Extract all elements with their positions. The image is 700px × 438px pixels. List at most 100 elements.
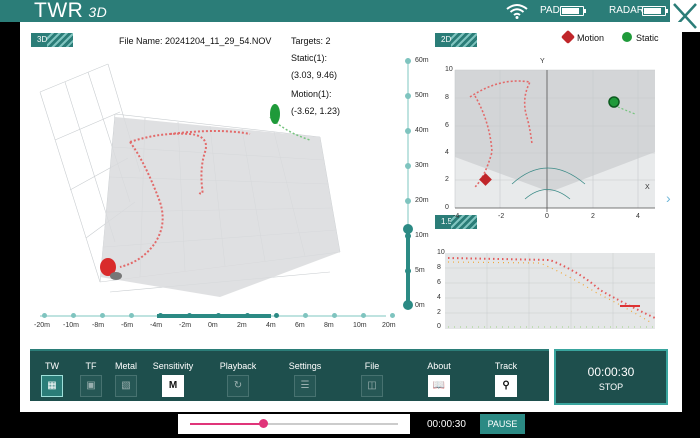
bottom-toolbar: TW ▦ TF ▣ Metal ▧ Sensitivity M Playback… [30, 349, 549, 401]
height-tick-dot [405, 93, 411, 99]
playback-button[interactable]: Playback ↻ [216, 351, 260, 403]
distance-slider[interactable]: -20m -10m -8m -6m -4m -2m 0m 2m 4m 6m 8m 10m 20m [30, 308, 396, 333]
sensitivity-button[interactable]: Sensitivity M [148, 351, 198, 403]
distance-tick-dot [216, 313, 221, 318]
distance-tick-label: -4m [150, 322, 163, 329]
playback-time: 00:00:30 [427, 419, 466, 430]
height-tick-label: 0m [415, 302, 425, 309]
view-2d-plot[interactable] [430, 52, 670, 227]
legend-motion: Motion [560, 29, 604, 45]
height-tick-dot [405, 233, 411, 239]
file-button[interactable]: File ◫ [350, 351, 394, 403]
playback-icon: ↻ [227, 375, 249, 397]
y-tick-1-5d: 2 [437, 309, 441, 316]
distance-tick-label: -8m [92, 322, 105, 329]
y-tick-1-5d: 0 [437, 323, 441, 330]
distance-tick-dot [361, 313, 366, 318]
file-name: File Name: 20241204_11_29_54.NOV [119, 36, 272, 46]
stop-button[interactable]: 00:00:30 STOP [554, 349, 668, 405]
y-tick-1-5d: 6 [437, 279, 441, 286]
distance-tick-label: 10m [353, 322, 367, 329]
height-tick-label: 40m [415, 127, 429, 134]
view-1-5d-plot[interactable] [430, 232, 670, 332]
y-tick-2d: 10 [445, 66, 453, 73]
pad-battery-icon [560, 6, 586, 16]
app-title: TWR 3D [34, 0, 107, 23]
book-icon: 📖 [428, 375, 450, 397]
x-tick-2d: -2 [498, 213, 505, 220]
distance-tick-label: 20m [382, 322, 396, 329]
legend-static-label: Static [636, 33, 659, 43]
about-button[interactable]: About 📖 [417, 351, 461, 403]
tw-button[interactable]: TW ▦ [32, 351, 72, 403]
height-tick-dot [405, 268, 411, 274]
chevron-right-icon[interactable]: › [666, 190, 671, 206]
x-tick-2d: -4 [453, 213, 460, 220]
sensitivity-label: Sensitivity [152, 361, 194, 371]
height-tick-dot [405, 128, 411, 134]
distance-tick-label: -10m [63, 322, 79, 329]
playback-slider[interactable] [178, 414, 410, 434]
height-tick-label: 50m [415, 92, 429, 99]
playback-progress [190, 423, 263, 425]
distance-tick-dot [42, 313, 47, 318]
distance-tick-dot [158, 313, 163, 318]
height-tick-label: 60m [415, 57, 429, 64]
track-label: Track [494, 361, 518, 371]
x-tick-2d: 0 [545, 213, 549, 220]
static-target-2d [608, 96, 620, 108]
pause-button[interactable]: PAUSE [480, 414, 525, 434]
metal-label: Metal [114, 361, 137, 371]
settings-label: Settings [288, 361, 322, 371]
stop-timer: 00:00:30 [587, 365, 635, 379]
height-tick-label: 10m [415, 232, 429, 239]
y-tick-2d: 0 [445, 204, 449, 211]
y-tick-1-5d: 4 [437, 294, 441, 301]
file-label: File [364, 361, 380, 371]
distance-tick-dot [274, 313, 279, 318]
distance-tick-label: 8m [324, 322, 334, 329]
height-tick-dot [405, 163, 411, 169]
metal-icon: ▧ [115, 375, 137, 397]
wifi-icon [506, 4, 528, 19]
static-target-marker [270, 104, 280, 124]
legend-static: Static [622, 32, 659, 43]
distance-tick-label: 4m [266, 322, 276, 329]
x-tick-2d: 4 [636, 213, 640, 220]
distance-tick-dot [245, 313, 250, 318]
distance-tick-label: 2m [237, 322, 247, 329]
radar-label: RADAR [609, 5, 645, 16]
settings-icon: ☰ [294, 375, 316, 397]
tw-label: TW [45, 361, 59, 371]
distance-tick-dot [187, 313, 192, 318]
distance-tick-label: 0m [208, 322, 218, 329]
distance-tick-dot [71, 313, 76, 318]
view-3d-scene[interactable] [20, 62, 420, 312]
distance-tick-dot [332, 313, 337, 318]
distance-tick-dot [129, 313, 134, 318]
x-tick-2d: 2 [591, 213, 595, 220]
track-button[interactable]: Track ⚲ [484, 351, 528, 403]
location-icon: ⚲ [495, 375, 517, 397]
distance-tick-dot [303, 313, 308, 318]
height-tick-label: 20m [415, 197, 429, 204]
distance-tick-dot [100, 313, 105, 318]
metal-button[interactable]: Metal ▧ [104, 351, 148, 403]
y-axis-label: Y [540, 58, 545, 65]
settings-button[interactable]: Settings ☰ [283, 351, 327, 403]
height-tick-dot [405, 58, 411, 64]
height-tick-label: 30m [415, 162, 429, 169]
x-axis-label: X [645, 184, 650, 191]
static-circle-icon [622, 32, 632, 42]
top-bar: TWR 3D PAD RADAR [0, 0, 700, 22]
y-tick-1-5d: 10 [437, 249, 445, 256]
tag-2d: 2D [435, 33, 477, 47]
targets-count: Targets: 2 [291, 36, 331, 46]
stop-label: STOP [598, 382, 624, 392]
distance-tick-label: -2m [179, 322, 192, 329]
tf-icon: ▣ [80, 375, 102, 397]
motion-diamond-icon [560, 29, 576, 45]
pad-label: PAD [540, 5, 560, 16]
playback-knob[interactable] [258, 419, 268, 428]
y-tick-2d: 8 [445, 94, 449, 101]
